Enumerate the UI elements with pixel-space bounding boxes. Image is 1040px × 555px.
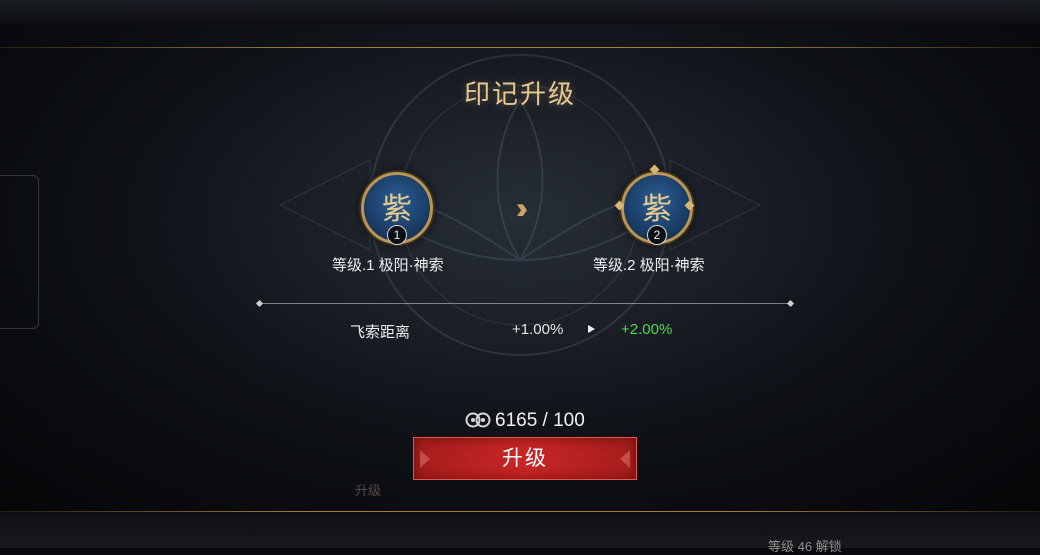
divider <box>262 303 790 304</box>
level-badge: 1 <box>387 225 407 245</box>
mark-glyph: 紫 <box>642 192 672 227</box>
top-strip <box>0 0 1040 24</box>
stat-name: 飞索距离 <box>350 324 411 341</box>
play-arrow-icon <box>588 325 595 333</box>
mark-glyph: 紫 <box>382 192 412 227</box>
current-mark-icon: 紫 1 <box>361 172 433 245</box>
currency-icon <box>465 412 491 428</box>
next-level-label: 等级.2 极阳·神索 <box>593 257 705 274</box>
upgrade-button[interactable]: 升级 <box>413 437 637 480</box>
stat-current-value: +1.00% <box>512 321 564 338</box>
cost-text: 6165 / 100 <box>495 410 585 431</box>
button-deco-icon <box>420 450 430 468</box>
upgrade-button-label: 升级 <box>502 447 548 470</box>
button-deco-icon <box>620 450 630 468</box>
double-chevron-right-icon: ›› <box>516 192 528 225</box>
side-panel-frame <box>0 175 39 329</box>
panel-bottom-border <box>0 511 1040 512</box>
background-upgrade-label: 升级 <box>355 483 382 498</box>
next-mark-icon: 紫 2 <box>621 172 693 245</box>
upgrade-cost: 6165 / 100 <box>465 410 585 432</box>
bottom-strip <box>0 512 1040 548</box>
unlock-hint: 等级 46 解锁 <box>768 539 842 554</box>
dialog-title: 印记升级 <box>463 79 576 109</box>
level-badge: 2 <box>647 225 667 245</box>
stat-next-value: +2.00% <box>621 321 673 338</box>
current-level-label: 等级.1 极阳·神索 <box>332 257 444 274</box>
